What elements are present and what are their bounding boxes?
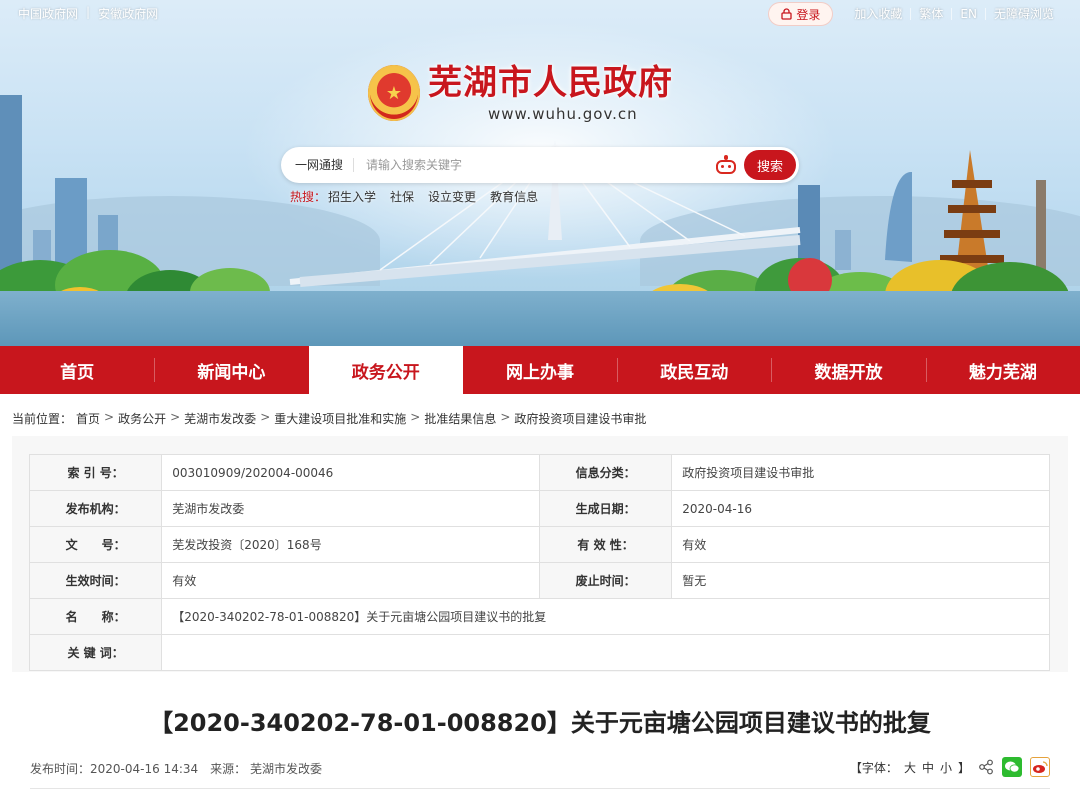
banner-water — [0, 291, 1080, 346]
accessibility-link[interactable]: 无障碍浏览 — [984, 8, 1062, 20]
breadcrumb-item[interactable]: 政府投资项目建设书审批 — [514, 410, 646, 427]
search-button[interactable]: 搜索 — [744, 150, 796, 180]
breadcrumb: 当前位置： 首页 > 政务公开 > 芜湖市发改委 > 重大建设项目批准和实施 >… — [12, 410, 646, 427]
link-china-gov[interactable]: 中国政府网 — [18, 5, 78, 22]
nav-interaction[interactable]: 政民互动 — [617, 346, 771, 394]
font-size-controls: 【字体： 大 中 小 】 — [850, 759, 970, 776]
keywords-value — [161, 634, 1050, 671]
divider: | — [86, 5, 91, 19]
nav-open-data[interactable]: 数据开放 — [771, 346, 925, 394]
table-row: 生效时间： 有效 废止时间： 暂无 — [28, 562, 1050, 599]
breadcrumb-item[interactable]: 芜湖市发改委 — [184, 410, 256, 427]
publish-time: 2020-04-16 14:34 — [90, 762, 199, 776]
document-info-panel: 索 引 号： 003010909/202004-00046 信息分类： 政府投资… — [12, 436, 1068, 672]
hot-search-label: 热搜： — [290, 190, 327, 204]
font-size-close: 】 — [957, 760, 970, 775]
validity-value: 有效 — [671, 526, 1050, 563]
publish-label: 发布时间： — [30, 762, 91, 776]
divider — [30, 788, 1050, 789]
hot-searches: 热搜： 招生入学 社保 设立变更 教育信息 — [290, 188, 538, 205]
article-tools: 【字体： 大 中 小 】 — [850, 757, 1050, 777]
site-title: 芜湖市人民政府 — [428, 63, 673, 103]
hot-search-term[interactable]: 教育信息 — [490, 188, 538, 205]
breadcrumb-item[interactable]: 政务公开 — [118, 410, 166, 427]
source-label: 来源： — [210, 762, 247, 776]
article-title: 【2020-340202-78-01-008820】关于元亩塘公园项目建议书的批… — [149, 709, 931, 737]
font-size-large[interactable]: 大 — [904, 759, 916, 776]
validity-label: 有 效 性： — [538, 526, 673, 563]
english-link[interactable]: EN — [951, 8, 985, 20]
publisher-value: 芜湖市发改委 — [161, 490, 540, 527]
breadcrumb-item[interactable]: 首页 — [76, 410, 100, 427]
national-emblem-icon: ★ — [368, 65, 420, 121]
index-value: 003010909/202004-00046 — [161, 454, 540, 491]
expiry-label: 废止时间： — [538, 562, 673, 599]
main-nav: 首页 新闻中心 政务公开 网上办事 政民互动 数据开放 魅力芜湖 — [0, 346, 1080, 394]
site-url: www.wuhu.gov.cn — [488, 105, 638, 123]
link-anhui-gov[interactable]: 安徽政府网 — [98, 5, 158, 22]
font-size-medium[interactable]: 中 — [922, 759, 934, 776]
chevron-right-icon: > — [170, 410, 181, 424]
weibo-share-icon[interactable] — [1030, 757, 1050, 777]
table-row: 文 号： 芜发改投资〔2020〕168号 有 效 性： 有效 — [28, 526, 1050, 563]
search-input[interactable] — [354, 158, 714, 172]
login-button[interactable]: 登录 — [769, 3, 833, 25]
table-row: 关 键 词： — [28, 634, 1050, 671]
lock-icon — [781, 8, 793, 20]
chevron-right-icon: > — [410, 410, 421, 424]
name-value: 【2020-340202-78-01-008820】关于元亩塘公园项目建议书的批… — [161, 598, 1050, 635]
hot-search-term[interactable]: 招生入学 — [328, 188, 376, 205]
keywords-label: 关 键 词： — [28, 634, 163, 671]
category-label: 信息分类： — [538, 454, 673, 491]
source-value: 芜湖市发改委 — [250, 762, 323, 776]
nav-home[interactable]: 首页 — [0, 346, 154, 394]
font-size-small[interactable]: 小 — [940, 759, 952, 776]
search-scope[interactable]: 一网通搜 — [281, 158, 355, 172]
hot-search-term[interactable]: 社保 — [390, 188, 414, 205]
add-favorite-link[interactable]: 加入收藏 — [846, 8, 910, 20]
share-icon[interactable] — [978, 759, 994, 775]
login-label: 登录 — [796, 7, 821, 22]
article-meta: 发布时间：2020-04-16 14:34 来源： 芜湖市发改委 — [30, 760, 322, 777]
nav-government-affairs[interactable]: 政务公开 — [308, 346, 463, 394]
docno-label: 文 号： — [28, 526, 163, 563]
table-row: 索 引 号： 003010909/202004-00046 信息分类： 政府投资… — [28, 454, 1050, 491]
effective-label: 生效时间： — [28, 562, 163, 599]
utility-links: 登录 加入收藏 繁体 EN 无障碍浏览 — [769, 3, 1062, 25]
wechat-share-icon[interactable] — [1002, 757, 1022, 777]
external-links: 中国政府网 | 安徽政府网 — [18, 5, 158, 22]
table-row: 发布机构： 芜湖市发改委 生成日期： 2020-04-16 — [28, 490, 1050, 527]
date-value: 2020-04-16 — [671, 490, 1050, 527]
date-label: 生成日期： — [538, 490, 673, 527]
document-info-table: 索 引 号： 003010909/202004-00046 信息分类： 政府投资… — [28, 454, 1050, 671]
site-logo[interactable]: ★ 芜湖市人民政府 www.wuhu.gov.cn — [368, 63, 673, 123]
traditional-chinese-link[interactable]: 繁体 — [910, 8, 951, 20]
docno-value: 芜发改投资〔2020〕168号 — [161, 526, 540, 563]
robot-assistant-icon[interactable] — [714, 155, 738, 175]
nav-charming-wuhu[interactable]: 魅力芜湖 — [925, 346, 1080, 394]
index-label: 索 引 号： — [28, 454, 163, 491]
nav-online-services[interactable]: 网上办事 — [463, 346, 617, 394]
chevron-right-icon: > — [104, 410, 115, 424]
chevron-right-icon: > — [260, 410, 271, 424]
breadcrumb-item[interactable]: 批准结果信息 — [424, 410, 496, 427]
hot-search-term[interactable]: 设立变更 — [428, 188, 476, 205]
search-bar: 一网通搜 搜索 — [281, 147, 799, 183]
effective-value: 有效 — [161, 562, 540, 599]
chevron-right-icon: > — [500, 410, 511, 424]
category-value: 政府投资项目建设书审批 — [671, 454, 1050, 491]
breadcrumb-item[interactable]: 重大建设项目批准和实施 — [274, 410, 406, 427]
nav-news-center[interactable]: 新闻中心 — [154, 346, 308, 394]
table-row: 名 称： 【2020-340202-78-01-008820】关于元亩塘公园项目… — [28, 598, 1050, 635]
name-label: 名 称： — [28, 598, 163, 635]
font-size-label: 【字体： — [849, 760, 898, 775]
breadcrumb-prefix: 当前位置： — [12, 412, 73, 426]
publisher-label: 发布机构： — [28, 490, 163, 527]
expiry-value: 暂无 — [671, 562, 1050, 599]
